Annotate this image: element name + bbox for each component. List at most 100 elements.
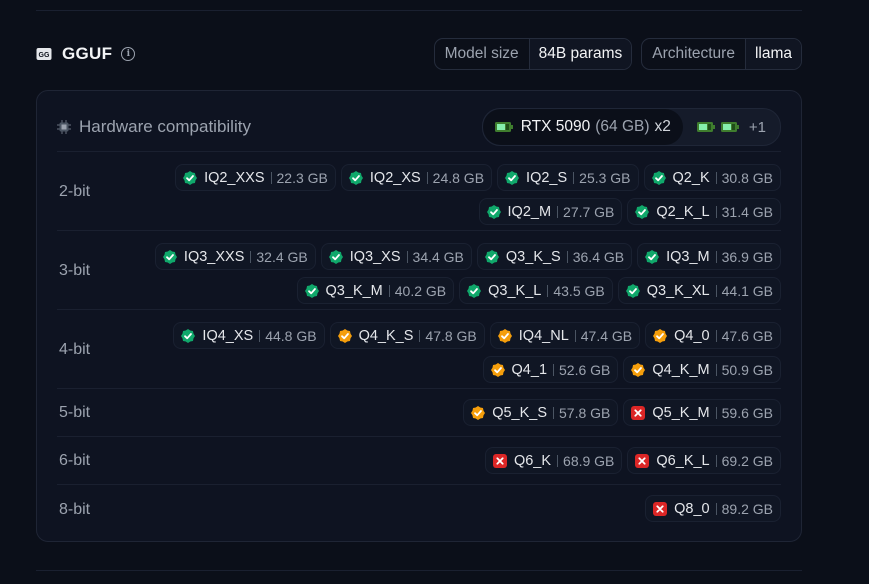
pill-separator [715,363,717,376]
pill-separator [715,502,717,515]
gpu-multiplier: x2 [654,118,671,135]
quant-pill-group: IQ2_XXS 22.3 GB IQ2_XS 24.8 GB IQ2_S 25.3 GB Q… [175,164,781,225]
quant-pill-group: Q8_0 89.2 GB [645,495,781,522]
quant-option-q4_k_m[interactable]: Q4_K_M 50.9 GB [623,356,781,383]
quant-option-iq2_s[interactable]: IQ2_S 25.3 GB [497,164,639,191]
quant-size: 44.8 GB [265,327,317,344]
pill-line: IQ3_XXS 32.4 GB IQ3_XS 34.4 GB Q3_K_S 36.4 GB… [154,243,781,270]
quant-size: 27.7 GB [563,203,615,220]
quant-name: IQ2_XS [369,169,421,186]
hardware-header: Hardware compatibility RTX 5090 (64 GB) … [57,108,781,146]
quant-name: IQ4_NL [518,327,569,344]
gpu-selected[interactable]: RTX 5090 (64 GB) x2 [482,109,683,145]
quant-option-q5_k_m[interactable]: Q5_K_M 59.6 GB [623,399,781,426]
pill-separator [715,205,717,218]
quant-option-iq2_m[interactable]: IQ2_M 27.7 GB [478,198,623,225]
check-badge-icon [471,405,486,420]
quant-name: Q6_K [513,452,552,469]
quant-size: 34.4 GB [412,248,464,265]
check-badge-icon [497,328,512,343]
quant-option-q4_0[interactable]: Q4_0 47.6 GB [645,322,781,349]
quant-name: IQ3_XXS [183,248,245,265]
quant-size: 32.4 GB [256,248,308,265]
check-badge-icon [490,362,505,377]
quant-option-iq3_xs[interactable]: IQ3_XS 34.4 GB [320,243,472,270]
quant-option-iq2_xxs[interactable]: IQ2_XXS 22.3 GB [175,164,336,191]
quant-option-q2_k_l[interactable]: Q2_K_L 31.4 GB [627,198,781,225]
info-icon[interactable]: i [121,47,136,61]
check-badge-icon [635,204,650,219]
architecture-pill: Architecture llama [641,38,802,70]
gguf-title: GGUF [62,44,113,63]
x-mark-icon [653,501,668,516]
svg-text:GG: GG [39,52,50,59]
quant-size: 30.8 GB [721,169,773,186]
pill-separator [419,329,421,342]
quant-name: IQ2_M [507,203,552,220]
quant-size: 57.8 GB [559,404,611,421]
quant-name: Q3_K_L [488,282,542,299]
model-size-label: Model size [435,39,530,69]
quant-size: 47.4 GB [580,327,633,344]
quant-option-q2_k[interactable]: Q2_K 30.8 GB [643,164,781,191]
quant-row-2-bit: 2-bit IQ2_XXS 22.3 GB IQ2_XS 24.8 GB IQ2_S 25.… [57,151,781,231]
bit-label: 6-bit [59,452,91,469]
gpu-more-button[interactable]: +1 [683,109,780,145]
quant-option-q4_k_s[interactable]: Q4_K_S 47.8 GB [329,322,485,349]
quant-name: IQ2_S [526,169,568,186]
gpu-extra-count: +1 [748,118,766,136]
quant-size: 25.3 GB [579,169,631,186]
model-size-pill: Model size 84B params [433,38,633,70]
quant-option-iq3_m[interactable]: IQ3_M 36.9 GB [637,243,781,270]
pill-separator [715,284,717,297]
check-badge-icon [162,249,177,264]
gpu-card-icon [696,122,715,132]
hardware-title: Hardware compatibility [79,117,251,136]
x-mark-icon [492,453,507,468]
quant-option-q3_k_xl[interactable]: Q3_K_XL 44.1 GB [617,277,781,304]
pill-separator [715,454,717,467]
check-badge-icon [467,283,482,298]
quant-option-q5_k_s[interactable]: Q5_K_S 57.8 GB [463,399,619,426]
quant-name: Q4_0 [674,327,710,344]
quant-option-q3_k_s[interactable]: Q3_K_S 36.4 GB [476,243,633,270]
quant-option-iq3_xxs[interactable]: IQ3_XXS 32.4 GB [154,243,316,270]
quant-option-iq4_nl[interactable]: IQ4_NL 47.4 GB [489,322,641,349]
quant-size: 44.1 GB [721,282,773,299]
pill-separator [388,284,390,297]
quant-option-q3_k_m[interactable]: Q3_K_M 40.2 GB [296,277,455,304]
gpu-card-icon [494,122,513,132]
quant-option-q4_1[interactable]: Q4_1 52.6 GB [482,356,619,383]
quant-size: 22.3 GB [276,169,328,186]
quant-option-q3_k_l[interactable]: Q3_K_L 43.5 GB [459,277,613,304]
check-badge-icon [651,170,666,185]
quant-name: IQ3_M [666,248,710,265]
quant-name: IQ2_XXS [204,169,265,186]
quant-name: Q3_K_M [325,282,383,299]
quant-size: 68.9 GB [563,452,615,469]
check-badge-icon [328,249,343,264]
x-mark-icon [635,453,650,468]
gpu-name: RTX 5090 [520,118,591,135]
quant-option-q6_k_l[interactable]: Q6_K_L 69.2 GB [627,447,781,474]
check-badge-icon [631,362,646,377]
quant-name: Q5_K_S [492,404,548,421]
quant-pill-group: IQ3_XXS 32.4 GB IQ3_XS 34.4 GB Q3_K_S 36.4 GB… [154,243,781,304]
quant-size: 69.2 GB [721,452,773,469]
pill-line: IQ2_XXS 22.3 GB IQ2_XS 24.8 GB IQ2_S 25.3 GB Q… [175,164,781,191]
pill-separator [553,406,555,419]
quant-option-q6_k[interactable]: Q6_K 68.9 GB [484,447,623,474]
pill-line: Q5_K_S 57.8 GB Q5_K_M 59.6 GB [463,399,781,426]
quant-option-iq4_xs[interactable]: IQ4_XS 44.8 GB [173,322,325,349]
quant-size: 47.8 GB [425,327,477,344]
pill-separator [547,284,549,297]
quant-option-iq2_xs[interactable]: IQ2_XS 24.8 GB [340,164,493,191]
quant-option-q8_0[interactable]: Q8_0 89.2 GB [645,495,781,522]
pill-line: Q8_0 89.2 GB [645,495,781,522]
quant-name: Q2_K_L [656,203,710,220]
pill-separator [250,250,252,263]
quant-name: Q4_1 [511,361,548,378]
gpu-selector[interactable]: RTX 5090 (64 GB) x2 +1 [481,108,781,146]
quant-name: Q3_K_XL [646,282,710,299]
quant-size: 31.4 GB [721,203,773,220]
